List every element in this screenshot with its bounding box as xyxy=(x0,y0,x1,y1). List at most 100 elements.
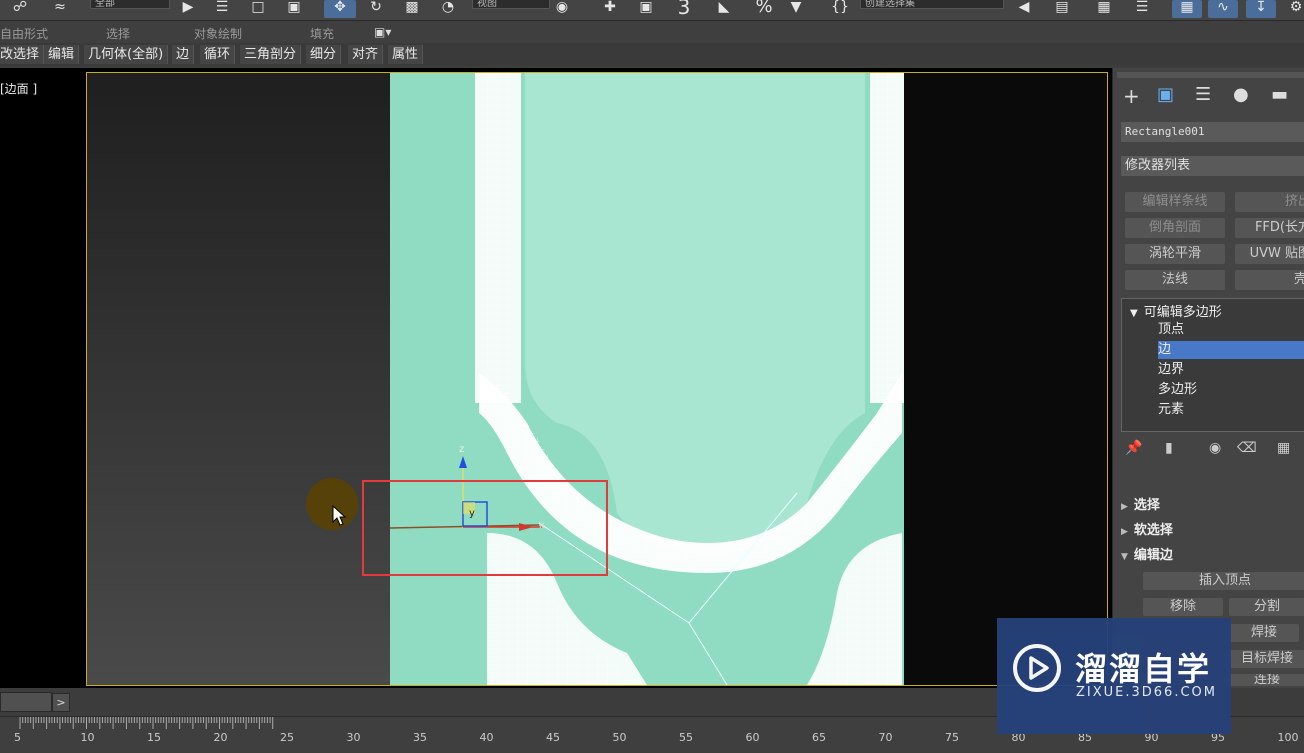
select-region-icon[interactable]: □ xyxy=(248,0,268,16)
ribbon-label-object-paint[interactable]: 对象绘制 xyxy=(194,25,242,42)
tick-label: 65 xyxy=(812,731,826,744)
link-icon[interactable]: ☍ xyxy=(10,0,30,16)
rollout-selection[interactable]: ▶ 选择 xyxy=(1121,494,1160,513)
tick-label: 40 xyxy=(479,731,494,744)
modifier-stack[interactable]: ▼ 可编辑多边形 顶点 边 边界 多边形 元素 xyxy=(1121,298,1304,432)
configure-sets-icon[interactable]: ▦ xyxy=(1277,440,1290,456)
tab-geometry-all[interactable]: 几何体(全部) xyxy=(84,45,169,64)
tab-align[interactable]: 对齐 xyxy=(348,45,384,64)
remove-button[interactable]: 移除 xyxy=(1143,598,1223,616)
stack-root[interactable]: ▼ 可编辑多边形 xyxy=(1130,301,1222,320)
modifier-button-shell[interactable]: 壳 xyxy=(1235,270,1304,290)
target-weld-button[interactable]: 目标焊接 xyxy=(1229,650,1304,668)
tick-label: 45 xyxy=(546,731,560,744)
split-button[interactable]: 分割 xyxy=(1229,598,1304,616)
stack-item-vertex[interactable]: 顶点 xyxy=(1158,321,1304,339)
create-icon[interactable]: + xyxy=(1123,84,1140,108)
modifier-list-dropdown[interactable]: 修改器列表 xyxy=(1121,156,1304,176)
named-selection-set-dropdown[interactable]: 创建选择集 xyxy=(860,0,1004,9)
modifier-button-bevel-profile[interactable]: 倒角剖面 xyxy=(1125,218,1225,238)
weld-button[interactable]: 焊接 xyxy=(1229,624,1299,642)
tab-tris[interactable]: 三角剖分 xyxy=(240,45,302,64)
select-icon[interactable]: ▶ xyxy=(178,0,198,16)
tick-label: 50 xyxy=(612,731,627,744)
watermark-title: 溜溜自学 xyxy=(1075,650,1212,688)
stack-root-label: 可编辑多边形 xyxy=(1143,305,1222,320)
named-selection-icon[interactable]: {} xyxy=(830,0,850,16)
mirror-icon[interactable]: ◀ xyxy=(1014,0,1034,16)
tick-label: 25 xyxy=(280,731,294,744)
snap-3-icon[interactable]: 3 xyxy=(674,0,694,17)
layers-icon[interactable]: ≈ xyxy=(50,0,70,16)
keyboard-shortcut-icon[interactable]: ✚ xyxy=(600,0,620,16)
modifier-button-ffd-box[interactable]: FFD(长方 xyxy=(1235,218,1304,238)
rollout-edit-edges[interactable]: ▼ 编辑边 xyxy=(1121,544,1173,563)
door-panel-mesh[interactable] xyxy=(87,73,1107,685)
bridge-button[interactable]: 连接 xyxy=(1229,674,1304,686)
tick-label: 15 xyxy=(147,731,161,744)
rotate-icon[interactable]: ↻ xyxy=(366,0,386,16)
window-crossing-icon[interactable]: ▣ xyxy=(284,0,304,16)
ribbon-options-icon[interactable]: ▣▾ xyxy=(374,25,391,39)
schematic-view-icon[interactable]: ↧ xyxy=(1246,0,1276,18)
remove-modifier-icon[interactable]: ⌫ xyxy=(1237,440,1257,456)
rollout-soft-selection[interactable]: ▶ 软选择 xyxy=(1121,519,1173,538)
modifier-button-extrude[interactable]: 挤出 xyxy=(1235,192,1304,212)
move-icon[interactable]: ✥ xyxy=(324,0,356,18)
ribbon-label-selection[interactable]: 选择 xyxy=(106,25,130,42)
show-end-result-icon[interactable]: ▮ xyxy=(1165,440,1173,456)
scene-explorer-icon[interactable]: ☰ xyxy=(1132,0,1152,16)
tab-edges[interactable]: 边 xyxy=(172,45,195,64)
object-name-field[interactable]: Rectangle001 xyxy=(1121,122,1304,142)
pin-stack-icon[interactable]: 📌 xyxy=(1125,440,1142,456)
selection-filter-dropdown[interactable]: 全部 xyxy=(90,0,170,9)
placement-icon[interactable]: ◔ xyxy=(438,0,458,16)
tab-subdivision[interactable]: 细分 xyxy=(306,45,342,64)
tab-edit[interactable]: 编辑 xyxy=(44,45,80,64)
reference-coordinate-dropdown[interactable]: 视图 xyxy=(472,0,550,9)
expand-triangle-icon[interactable]: ▼ xyxy=(1130,308,1138,319)
tick-label: 60 xyxy=(745,731,760,744)
angle-snap-icon[interactable]: ◣ xyxy=(714,0,734,16)
motion-icon[interactable]: ● xyxy=(1233,84,1249,105)
stack-item-border[interactable]: 边界 xyxy=(1158,361,1304,379)
hierarchy-icon[interactable]: ☰ xyxy=(1195,84,1211,105)
modifier-button-normal[interactable]: 法线 xyxy=(1125,270,1225,290)
align-icon[interactable]: ▤ xyxy=(1052,0,1072,16)
tab-loops[interactable]: 循环 xyxy=(200,45,236,64)
stack-item-edge[interactable]: 边 xyxy=(1158,341,1304,359)
tab-soft-selection[interactable]: 改选择 xyxy=(0,45,45,64)
modify-icon[interactable]: ▣ xyxy=(1157,84,1174,105)
percent-snap-icon[interactable]: % xyxy=(754,0,774,16)
snap-toggle-icon[interactable]: ▣ xyxy=(636,0,656,16)
spinner-snap-icon[interactable]: ▼ xyxy=(786,0,806,16)
ribbon-label-populate[interactable]: 填充 xyxy=(310,25,334,42)
layer-explorer-icon[interactable]: ▦ xyxy=(1094,0,1114,16)
insert-vertex-button[interactable]: 插入顶点 xyxy=(1143,572,1304,590)
modifier-button-turbosmooth[interactable]: 涡轮平滑 xyxy=(1125,244,1225,264)
collapsed-arrow-icon: ▶ xyxy=(1121,502,1128,512)
tick-label: 100 xyxy=(1277,731,1299,744)
next-frame-button[interactable]: > xyxy=(52,693,70,712)
stack-item-element[interactable]: 元素 xyxy=(1158,401,1304,419)
stack-item-polygon[interactable]: 多边形 xyxy=(1158,381,1304,399)
tab-properties[interactable]: 属性 xyxy=(388,45,424,64)
scale-icon[interactable]: ▩ xyxy=(402,0,422,16)
pivot-icon[interactable]: ◉ xyxy=(552,0,572,16)
modifier-button-uvw-map[interactable]: UVW 贴图 xyxy=(1235,244,1304,264)
toggle-ribbon-icon[interactable]: ▦ xyxy=(1172,0,1202,18)
curve-editor-icon[interactable]: ∿ xyxy=(1208,0,1238,18)
active-viewport-frame[interactable]: z y x xyxy=(86,72,1108,686)
watermark-url: ZIXUE.3D66.COM xyxy=(1076,685,1217,700)
gizmo-z-label: z xyxy=(459,444,464,455)
time-slider[interactable] xyxy=(0,692,52,712)
tick-label: 5 xyxy=(14,731,21,744)
make-unique-icon[interactable]: ◉ xyxy=(1209,440,1221,456)
viewport-label[interactable]: [边面 ] xyxy=(0,80,37,97)
ribbon-label-freeform[interactable]: 自由形式 xyxy=(0,25,48,42)
select-by-name-icon[interactable]: ☰ xyxy=(212,0,232,16)
display-icon[interactable]: ▬ xyxy=(1271,84,1288,105)
panel-tabs: + ▣ ☰ ● ▬ xyxy=(1121,82,1304,110)
modifier-button-edit-spline[interactable]: 编辑样条线 xyxy=(1125,192,1225,212)
render-setup-icon[interactable]: ⚙ xyxy=(1286,0,1304,16)
